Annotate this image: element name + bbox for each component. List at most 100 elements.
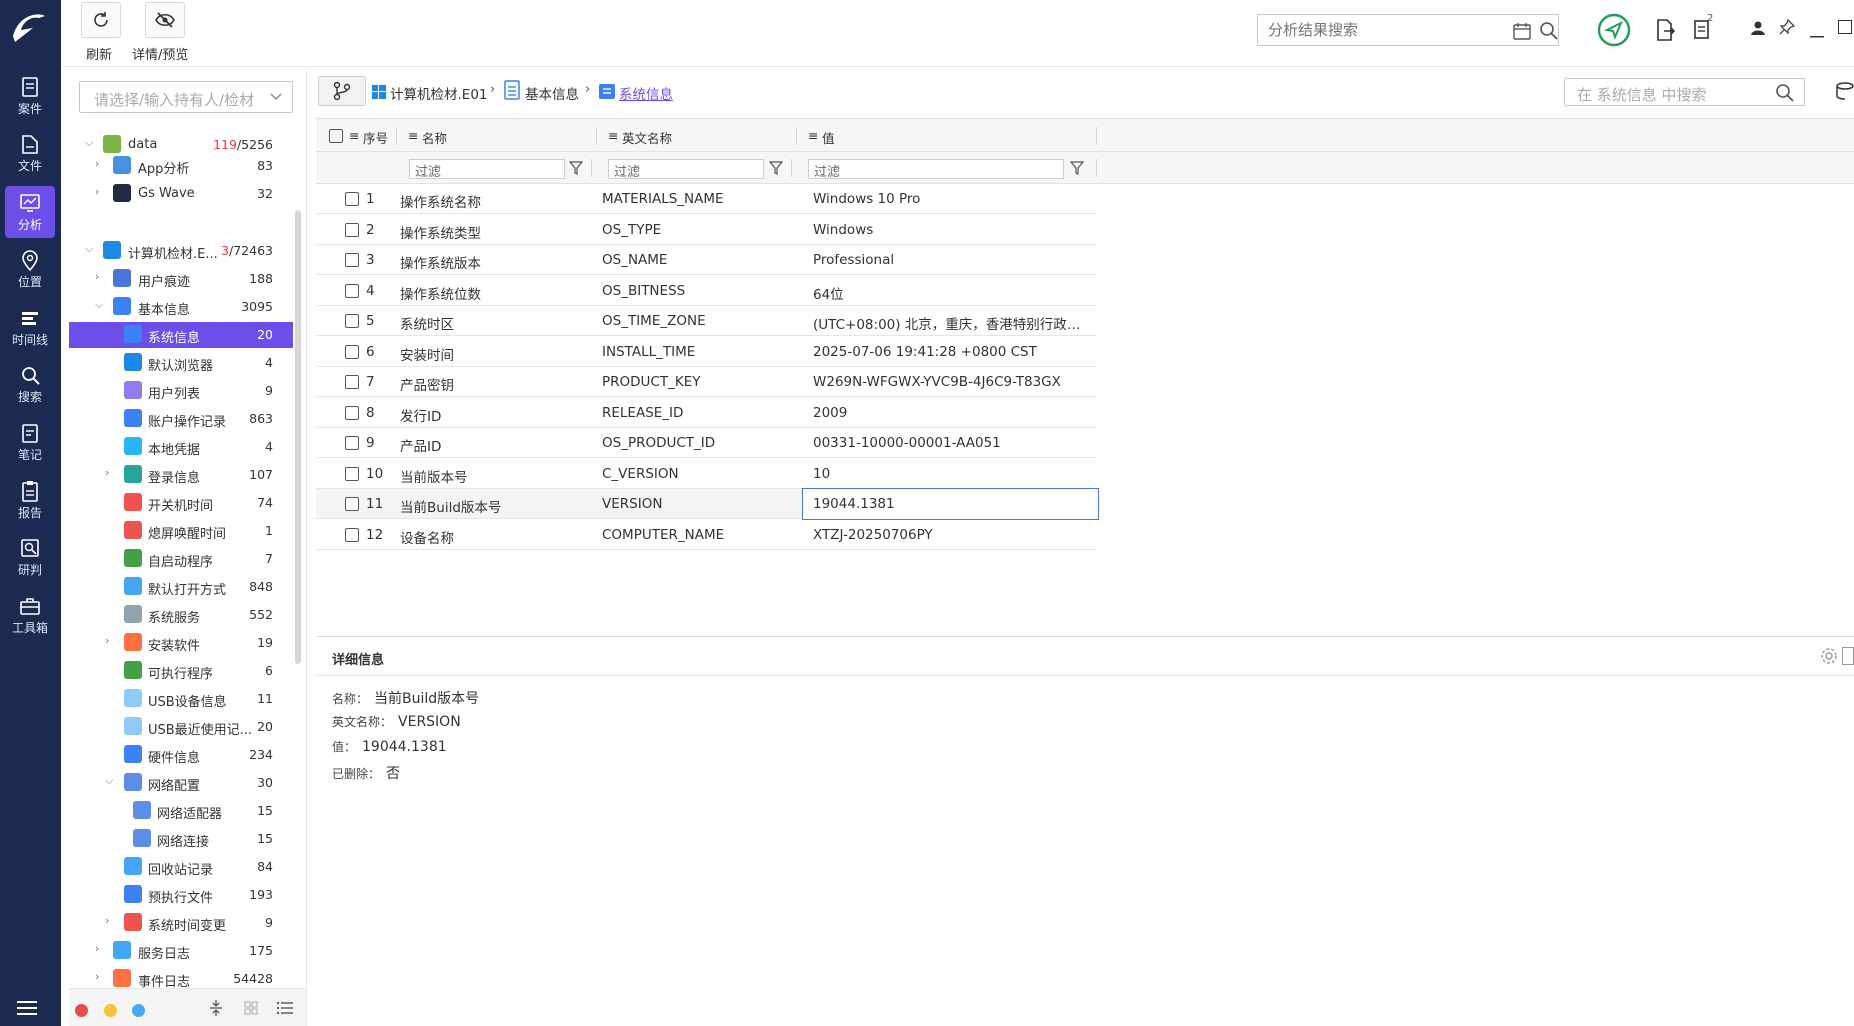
tree-item[interactable]: 系统服务 552 bbox=[69, 602, 293, 628]
rail-item-search[interactable]: 搜索 bbox=[5, 358, 55, 410]
chevron-right-icon[interactable]: › bbox=[95, 971, 107, 983]
list-view-icon[interactable] bbox=[277, 1001, 293, 1015]
row-checkbox[interactable] bbox=[345, 192, 359, 206]
table-row[interactable]: 6 安装时间 INSTALL_TIME 2025-07-06 19:41:28 +08… bbox=[316, 336, 1096, 367]
tree-item[interactable]: › 登录信息 107 bbox=[69, 462, 293, 488]
tree-item[interactable]: ⌵ 基本信息 3095 bbox=[69, 294, 293, 320]
header-name[interactable]: 名称 bbox=[422, 128, 447, 147]
drag-handle-icon[interactable]: ≡ bbox=[349, 128, 359, 143]
rail-item-case[interactable]: 案件 bbox=[5, 70, 55, 122]
hamburger-menu-icon[interactable] bbox=[17, 1000, 37, 1020]
user-icon[interactable] bbox=[1750, 20, 1766, 40]
tree-item[interactable]: 本地凭据 4 bbox=[69, 434, 293, 460]
table-row[interactable]: 7 产品密钥 PRODUCT_KEY W269N-WFGWX-YVC9B-4J6C9-… bbox=[316, 367, 1096, 397]
collapse-all-icon[interactable] bbox=[209, 999, 223, 1017]
rail-item-timeline[interactable]: 时间线 bbox=[5, 301, 55, 353]
tree-item[interactable]: 回收站记录 84 bbox=[69, 854, 293, 880]
database-search-icon[interactable] bbox=[1836, 82, 1854, 104]
select-all-checkbox[interactable] bbox=[329, 129, 343, 143]
drag-handle-icon[interactable]: ≡ bbox=[608, 128, 618, 143]
search-icon[interactable] bbox=[1539, 21, 1558, 40]
table-row[interactable]: 4 操作系统位数 OS_BITNESS 64位 bbox=[316, 275, 1096, 306]
row-checkbox[interactable] bbox=[345, 253, 359, 267]
filter-funnel-icon[interactable] bbox=[569, 161, 583, 175]
tree-item[interactable]: 账户操作记录 863 bbox=[69, 406, 293, 432]
row-checkbox[interactable] bbox=[345, 436, 359, 450]
row-checkbox[interactable] bbox=[345, 466, 359, 481]
owner-select[interactable]: 请选择/输入持有人/检材 bbox=[79, 81, 293, 113]
branch-button[interactable] bbox=[318, 76, 366, 106]
tree-item[interactable]: 熄屏唤醒时间 1 bbox=[69, 518, 293, 544]
chevron-down-icon[interactable]: ⌵ bbox=[85, 137, 97, 149]
table-row[interactable]: 1 操作系统名称 MATERIALS_NAME Windows 10 Pro bbox=[316, 184, 1096, 214]
minimize-icon[interactable] bbox=[1810, 27, 1824, 42]
table-row[interactable]: 11 当前Build版本号 VERSION 19044.1381 bbox=[316, 488, 1099, 520]
refresh-button[interactable] bbox=[81, 2, 121, 38]
rail-item-location[interactable]: 位置 bbox=[5, 243, 55, 295]
analysis-search-box[interactable] bbox=[1257, 14, 1559, 46]
tree-item[interactable]: 默认打开方式 848 bbox=[69, 574, 293, 600]
tree-item[interactable]: 预执行文件 193 bbox=[69, 882, 293, 908]
panel-toggle-icon[interactable] bbox=[1842, 647, 1854, 665]
rail-item-analysis[interactable]: 分析 bbox=[5, 186, 55, 238]
filter-funnel-icon[interactable] bbox=[1070, 161, 1084, 175]
calendar-icon[interactable] bbox=[1513, 22, 1531, 40]
tree-item[interactable]: › 安装软件 19 bbox=[69, 630, 293, 656]
chevron-right-icon[interactable]: › bbox=[105, 635, 117, 647]
tree-item[interactable]: ⌵ 网络配置 30 bbox=[69, 770, 293, 796]
sidebar-scrollbar[interactable] bbox=[295, 210, 301, 664]
export-icon[interactable] bbox=[1655, 19, 1676, 45]
row-checkbox[interactable] bbox=[345, 497, 359, 511]
yellow-filter-dot[interactable] bbox=[104, 1004, 117, 1017]
filter-funnel-icon[interactable] bbox=[769, 161, 783, 175]
settings-gear-icon[interactable] bbox=[1820, 647, 1838, 665]
tree-item[interactable]: USB最近使用记... 20 bbox=[69, 714, 293, 740]
rail-item-notes[interactable]: 笔记 bbox=[5, 416, 55, 468]
maximize-icon[interactable] bbox=[1838, 20, 1852, 38]
chevron-right-icon[interactable]: › bbox=[105, 467, 117, 479]
row-checkbox[interactable] bbox=[345, 344, 359, 359]
breadcrumb-item-evidence[interactable]: 计算机检材.E01 bbox=[390, 83, 488, 103]
grid-view-icon[interactable] bbox=[244, 1001, 258, 1015]
tree-item[interactable]: 可执行程序 6 bbox=[69, 658, 293, 684]
table-row[interactable]: 8 发行ID RELEASE_ID 2009 bbox=[316, 397, 1096, 428]
header-value[interactable]: 值 bbox=[822, 128, 835, 147]
tree-item[interactable]: 自启动程序 7 bbox=[69, 546, 293, 572]
analysis-search-input[interactable] bbox=[1268, 21, 1488, 39]
row-checkbox[interactable] bbox=[345, 314, 359, 328]
table-row[interactable]: 12 设备名称 COMPUTER_NAME XTZJ-20250706PY bbox=[316, 519, 1096, 550]
tree-item[interactable]: 硬件信息 234 bbox=[69, 742, 293, 768]
table-row[interactable]: 10 当前版本号 C_VERSION 10 bbox=[316, 458, 1096, 489]
drag-handle-icon[interactable]: ≡ bbox=[808, 128, 818, 143]
tree-item[interactable]: 网络适配器 15 bbox=[69, 798, 293, 824]
chevron-right-icon[interactable]: › bbox=[95, 943, 107, 955]
chevron-right-icon[interactable]: › bbox=[95, 158, 107, 170]
breadcrumb-item-basic-info[interactable]: 基本信息 bbox=[525, 83, 579, 103]
value-filter-input[interactable]: 过滤 bbox=[808, 159, 1064, 180]
tree-item[interactable]: ⌵ 计算机检材.E... 3/72463 bbox=[69, 238, 293, 264]
row-checkbox[interactable] bbox=[345, 405, 359, 420]
breadcrumb-item-system-info[interactable]: 系统信息 bbox=[619, 83, 673, 103]
chevron-right-icon[interactable]: › bbox=[95, 186, 107, 198]
english-name-filter-input[interactable]: 过滤 bbox=[608, 159, 764, 180]
tree-item[interactable]: 网络连接 15 bbox=[69, 826, 293, 852]
header-index[interactable]: 序号 bbox=[363, 128, 388, 147]
detail-preview-button[interactable] bbox=[145, 2, 185, 38]
chevron-down-icon[interactable]: ⌵ bbox=[85, 243, 97, 255]
tree-item[interactable]: › 用户痕迹 188 bbox=[69, 266, 293, 292]
table-row[interactable]: 3 操作系统版本 OS_NAME Professional bbox=[316, 245, 1096, 275]
status-green-icon[interactable] bbox=[1597, 13, 1631, 51]
row-checkbox[interactable] bbox=[345, 222, 359, 237]
row-checkbox[interactable] bbox=[345, 527, 359, 542]
table-row[interactable]: 5 系统时区 OS_TIME_ZONE (UTC+08:00) 北京，重庆，香港特别行… bbox=[316, 306, 1096, 336]
blue-filter-dot[interactable] bbox=[132, 1004, 145, 1017]
tree-item[interactable]: › Gs Wave 32 bbox=[69, 181, 293, 207]
header-english-name[interactable]: 英文名称 bbox=[622, 128, 672, 147]
tree-item[interactable]: 用户列表 9 bbox=[69, 378, 293, 404]
inner-search-box[interactable]: 在 系统信息 中搜索 bbox=[1564, 78, 1805, 106]
rail-item-toolbox[interactable]: 工具箱 bbox=[5, 589, 55, 641]
name-filter-input[interactable]: 过滤 bbox=[409, 159, 565, 180]
chevron-down-icon[interactable]: ⌵ bbox=[105, 775, 117, 787]
rail-item-file[interactable]: 文件 bbox=[5, 127, 55, 179]
drag-handle-icon[interactable]: ≡ bbox=[408, 128, 418, 143]
